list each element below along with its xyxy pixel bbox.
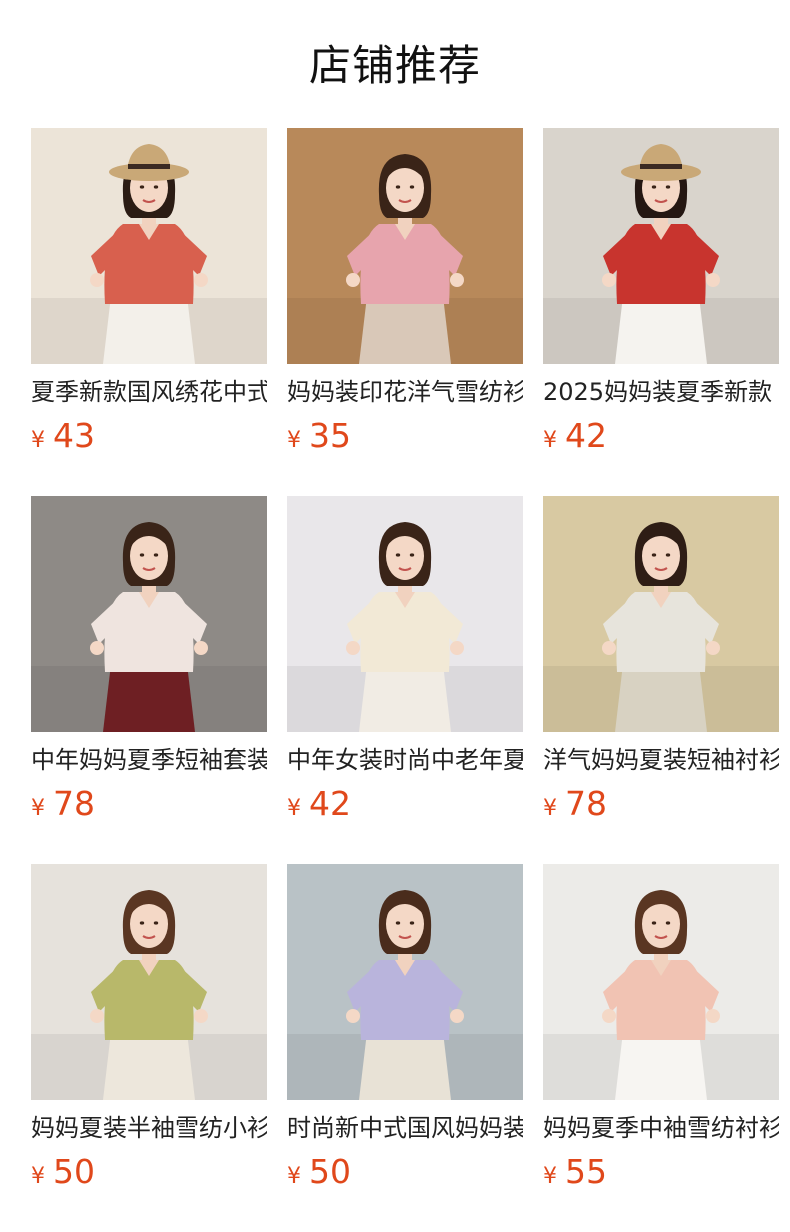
garment-photo-icon <box>31 128 267 364</box>
product-image[interactable] <box>31 496 267 732</box>
garment-photo-icon <box>287 864 523 1100</box>
product-card[interactable]: 中年妈妈夏季短袖套装 ¥78 <box>31 496 267 826</box>
price-value: 78 <box>53 784 95 823</box>
product-image[interactable] <box>31 864 267 1100</box>
product-image[interactable] <box>287 496 523 732</box>
product-price: ¥42 <box>287 784 351 824</box>
product-price: ¥50 <box>287 1152 351 1192</box>
product-image[interactable] <box>543 496 779 732</box>
product-price: ¥50 <box>31 1152 95 1192</box>
product-image[interactable] <box>543 864 779 1100</box>
product-price: ¥78 <box>543 784 607 824</box>
product-card[interactable]: 2025妈妈装夏季新款 ¥42 <box>543 128 779 458</box>
page-title: 店铺推荐 <box>308 41 481 90</box>
product-name[interactable]: 时尚新中式国风妈妈装 <box>287 1112 523 1146</box>
product-price: ¥43 <box>31 416 95 456</box>
price-value: 42 <box>309 784 351 823</box>
garment-photo-icon <box>31 496 267 732</box>
currency-symbol: ¥ <box>31 796 45 821</box>
product-image[interactable] <box>287 864 523 1100</box>
product-card[interactable]: 妈妈装印花洋气雪纺衫 ¥35 <box>287 128 523 458</box>
price-value: 50 <box>309 1152 351 1191</box>
garment-photo-icon <box>31 864 267 1100</box>
currency-symbol: ¥ <box>543 1164 557 1189</box>
price-value: 50 <box>53 1152 95 1191</box>
price-value: 78 <box>565 784 607 823</box>
product-name[interactable]: 妈妈装印花洋气雪纺衫 <box>287 376 523 410</box>
currency-symbol: ¥ <box>31 428 45 453</box>
product-name[interactable]: 中年妈妈夏季短袖套装 <box>31 744 267 778</box>
product-card[interactable]: 妈妈夏装半袖雪纺小衫 ¥50 <box>31 864 267 1194</box>
currency-symbol: ¥ <box>543 428 557 453</box>
product-card[interactable]: 中年女装时尚中老年夏 ¥42 <box>287 496 523 826</box>
product-card[interactable]: 夏季新款国风绣花中式 ¥43 <box>31 128 267 458</box>
product-image[interactable] <box>543 128 779 364</box>
product-name[interactable]: 夏季新款国风绣花中式 <box>31 376 267 410</box>
product-price: ¥42 <box>543 416 607 456</box>
product-card[interactable]: 妈妈夏季中袖雪纺衬衫 ¥55 <box>543 864 779 1194</box>
garment-photo-icon <box>543 128 779 364</box>
garment-photo-icon <box>543 864 779 1100</box>
product-image[interactable] <box>287 128 523 364</box>
product-name[interactable]: 中年女装时尚中老年夏 <box>287 744 523 778</box>
currency-symbol: ¥ <box>543 796 557 821</box>
garment-photo-icon <box>287 496 523 732</box>
price-value: 35 <box>309 416 351 455</box>
garment-photo-icon <box>287 128 523 364</box>
currency-symbol: ¥ <box>287 428 301 453</box>
product-name[interactable]: 2025妈妈装夏季新款 <box>543 376 779 410</box>
price-value: 42 <box>565 416 607 455</box>
product-name[interactable]: 妈妈夏装半袖雪纺小衫 <box>31 1112 267 1146</box>
price-value: 43 <box>53 416 95 455</box>
product-name[interactable]: 洋气妈妈夏装短袖衬衫 <box>543 744 779 778</box>
currency-symbol: ¥ <box>31 1164 45 1189</box>
product-name[interactable]: 妈妈夏季中袖雪纺衬衫 <box>543 1112 779 1146</box>
product-price: ¥35 <box>287 416 351 456</box>
product-price: ¥55 <box>543 1152 607 1192</box>
garment-photo-icon <box>543 496 779 732</box>
product-card[interactable]: 时尚新中式国风妈妈装 ¥50 <box>287 864 523 1194</box>
currency-symbol: ¥ <box>287 1164 301 1189</box>
product-price: ¥78 <box>31 784 95 824</box>
product-card[interactable]: 洋气妈妈夏装短袖衬衫 ¥78 <box>543 496 779 826</box>
product-image[interactable] <box>31 128 267 364</box>
currency-symbol: ¥ <box>287 796 301 821</box>
price-value: 55 <box>565 1152 607 1191</box>
